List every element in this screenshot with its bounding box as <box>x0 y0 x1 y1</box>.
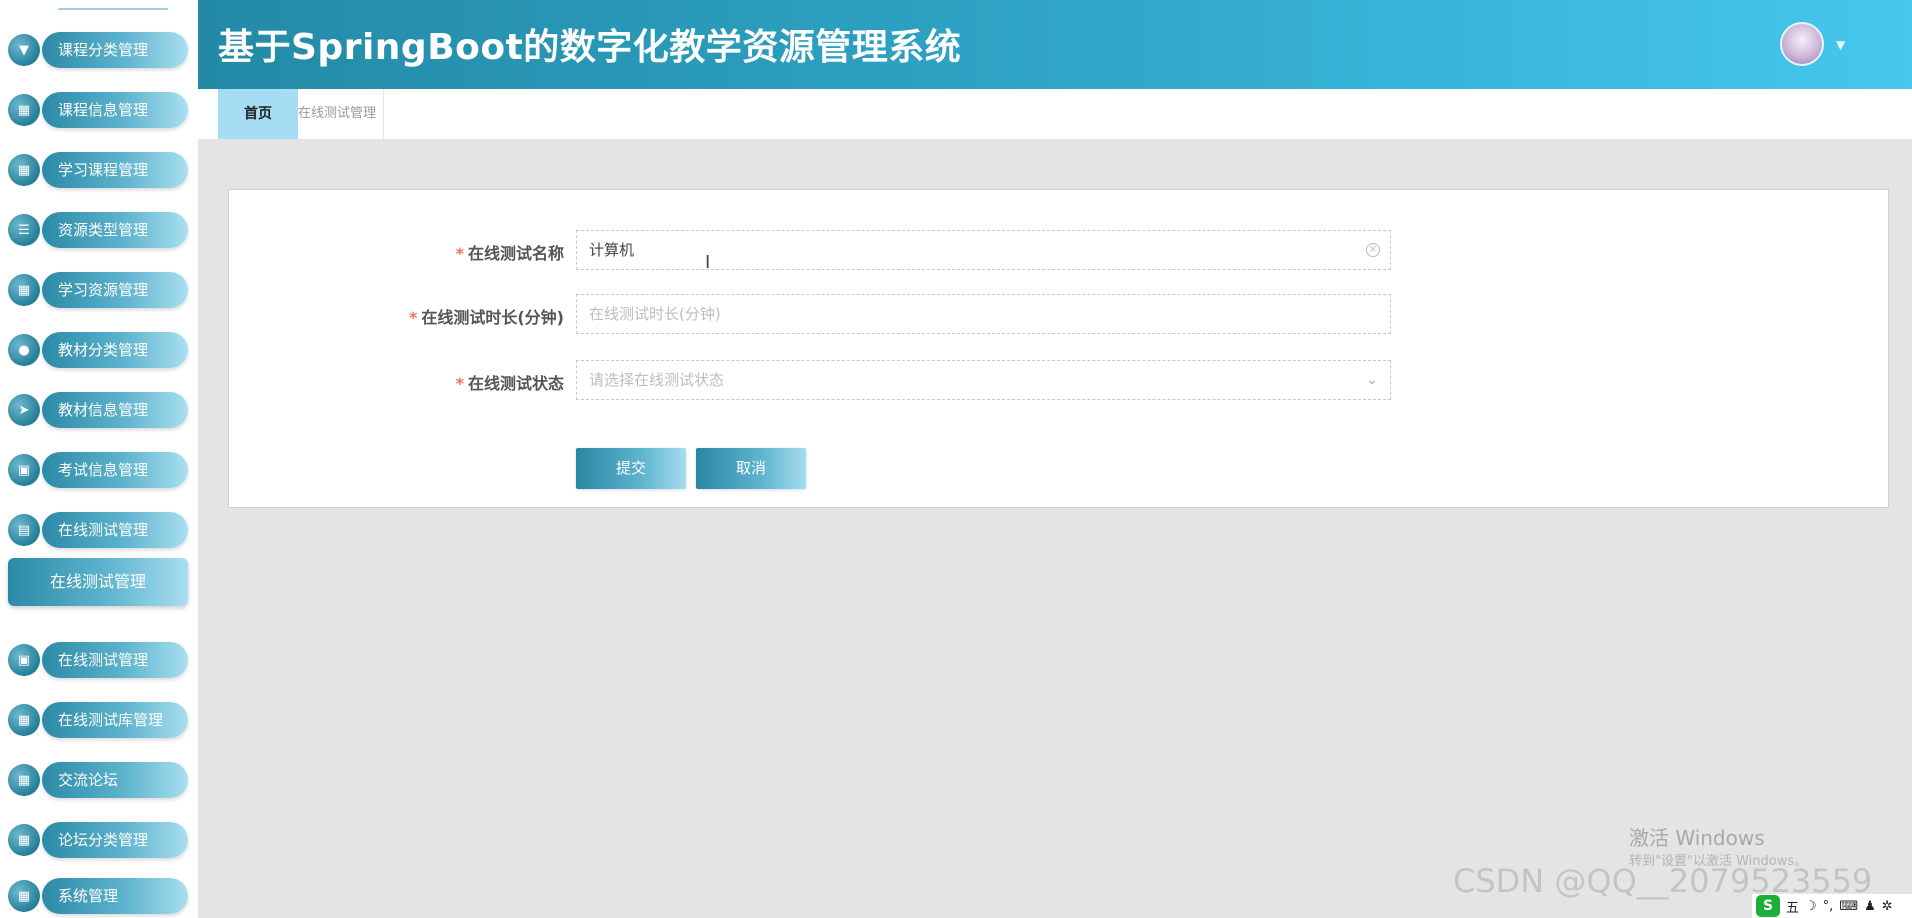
sidebar-item-online-test-group[interactable]: ▤ 在线测试管理 <box>8 509 188 551</box>
grid-icon: ▦ <box>8 880 40 912</box>
sidebar-item-textbook-info[interactable]: ➤ 教材信息管理 <box>8 389 188 431</box>
submit-button[interactable]: 提交 <box>576 448 686 489</box>
sidebar-item-label: 资源类型管理 <box>42 212 188 248</box>
sidebar-item-label: 课程分类管理 <box>42 32 188 68</box>
ime-mode-icon[interactable]: 五 <box>1786 897 1799 916</box>
test-name-input[interactable]: 计算机 × <box>576 230 1391 270</box>
sidebar-item-label: 教材分类管理 <box>42 332 188 368</box>
user-icon[interactable]: ♟ <box>1864 899 1876 914</box>
send-icon: ➤ <box>8 394 40 426</box>
app-header: 基于SpringBoot的数字化教学资源管理系统 ▼ <box>198 0 1912 89</box>
tabs-bar: 首页 在线测试管理 <box>198 89 1912 139</box>
sidebar-top-divider <box>58 8 168 10</box>
cancel-button[interactable]: 取消 <box>696 448 806 489</box>
sidebar-item-system[interactable]: ▦ 系统管理 <box>8 875 188 917</box>
sidebar-item-label: 交流论坛 <box>42 762 188 798</box>
sidebar-item-textbook-category[interactable]: ● 教材分类管理 <box>8 329 188 371</box>
briefcase-icon: ▤ <box>8 514 40 546</box>
clear-icon[interactable]: × <box>1366 243 1380 257</box>
avatar[interactable] <box>1780 22 1824 66</box>
sidebar-item-label: 论坛分类管理 <box>42 822 188 858</box>
sidebar-item-label: 教材信息管理 <box>42 392 188 428</box>
sidebar-item-online-test-manage[interactable]: ▣ 在线测试管理 <box>8 639 188 681</box>
tab-online-test[interactable]: 在线测试管理 <box>298 89 384 139</box>
keyboard-icon[interactable]: ⌨ <box>1839 899 1858 914</box>
grid-icon: ▦ <box>8 704 40 736</box>
system-tray: S 五 ☽ °, ⌨ ♟ ✲ <box>1752 894 1912 918</box>
sidebar-item-forum[interactable]: ▦ 交流论坛 <box>8 759 188 801</box>
user-icon: ● <box>8 334 40 366</box>
sidebar-item-label: 在线测试管理 <box>42 642 188 678</box>
pin-icon: ▼ <box>8 34 40 66</box>
test-duration-input[interactable]: 在线测试时长(分钟) <box>576 294 1391 334</box>
required-mark: * <box>455 374 464 393</box>
field-label-text: 在线测试名称 <box>467 244 564 263</box>
test-status-select[interactable]: 请选择在线测试状态 ⌄ <box>576 360 1391 400</box>
test-status-placeholder: 请选择在线测试状态 <box>589 371 725 389</box>
tab-home[interactable]: 首页 <box>218 89 298 139</box>
text-cursor-icon: I <box>705 252 711 273</box>
grid-icon: ▦ <box>8 94 40 126</box>
windows-activation-title: 激活 Windows <box>1629 826 1765 850</box>
test-name-value: 计算机 <box>589 241 635 259</box>
grid-icon: ▦ <box>8 764 40 796</box>
chevron-down-icon[interactable]: ▼ <box>1836 38 1845 52</box>
sidebar-item-study-resource[interactable]: ▦ 学习资源管理 <box>8 269 188 311</box>
sidebar-item-online-test-bank[interactable]: ▦ 在线测试库管理 <box>8 699 188 741</box>
sidebar-item-label: 系统管理 <box>42 878 188 914</box>
app-title: 基于SpringBoot的数字化教学资源管理系统 <box>218 27 962 68</box>
field-label-text: 在线测试时长(分钟) <box>421 308 564 327</box>
grid-icon: ▦ <box>8 154 40 186</box>
chevron-down-icon: ⌄ <box>1366 372 1378 388</box>
moon-icon[interactable]: ☽ <box>1805 899 1817 914</box>
test-duration-placeholder: 在线测试时长(分钟) <box>589 305 721 323</box>
sidebar-item-exam-info[interactable]: ▣ 考试信息管理 <box>8 449 188 491</box>
sidebar-item-label: 考试信息管理 <box>42 452 188 488</box>
sidebar-subitem-online-test-active[interactable]: 在线测试管理 <box>8 558 188 606</box>
sidebar-item-course-category[interactable]: ▼ 课程分类管理 <box>8 29 188 71</box>
list-icon: ☰ <box>8 214 40 246</box>
sidebar-item-label: 学习课程管理 <box>42 152 188 188</box>
sidebar-item-resource-type[interactable]: ☰ 资源类型管理 <box>8 209 188 251</box>
sidebar-item-forum-category[interactable]: ▦ 论坛分类管理 <box>8 819 188 861</box>
sidebar-item-label: 学习资源管理 <box>42 272 188 308</box>
grid-icon: ▦ <box>8 824 40 856</box>
sidebar-item-study-course[interactable]: ▦ 学习课程管理 <box>8 149 188 191</box>
clipboard-icon: ▣ <box>8 454 40 486</box>
required-mark: * <box>408 308 418 327</box>
field-label-text: 在线测试状态 <box>467 374 564 393</box>
settings-icon[interactable]: ✲ <box>1882 899 1893 914</box>
required-mark: * <box>455 244 464 263</box>
field-label-test-status: * 在线测试状态 <box>456 370 564 394</box>
clipboard-icon: ▣ <box>8 644 40 676</box>
field-label-test-duration: * 在线测试时长(分钟) <box>409 304 564 328</box>
field-label-test-name: * 在线测试名称 <box>456 240 564 264</box>
sidebar: ▼ 课程分类管理 ▦ 课程信息管理 ▦ 学习课程管理 ☰ 资源类型管理 ▦ 学习… <box>0 0 198 918</box>
grid-icon: ▦ <box>8 274 40 306</box>
punctuation-icon[interactable]: °, <box>1823 899 1834 914</box>
sidebar-item-label: 在线测试管理 <box>42 512 188 548</box>
sidebar-item-label: 在线测试库管理 <box>42 702 188 738</box>
form-card: * 在线测试名称 计算机 × I * 在线测试时长(分钟) 在线测试时长(分钟) *… <box>228 189 1889 508</box>
sogou-ime-icon[interactable]: S <box>1756 895 1780 917</box>
sidebar-item-course-info[interactable]: ▦ 课程信息管理 <box>8 89 188 131</box>
sidebar-item-label: 课程信息管理 <box>42 92 188 128</box>
